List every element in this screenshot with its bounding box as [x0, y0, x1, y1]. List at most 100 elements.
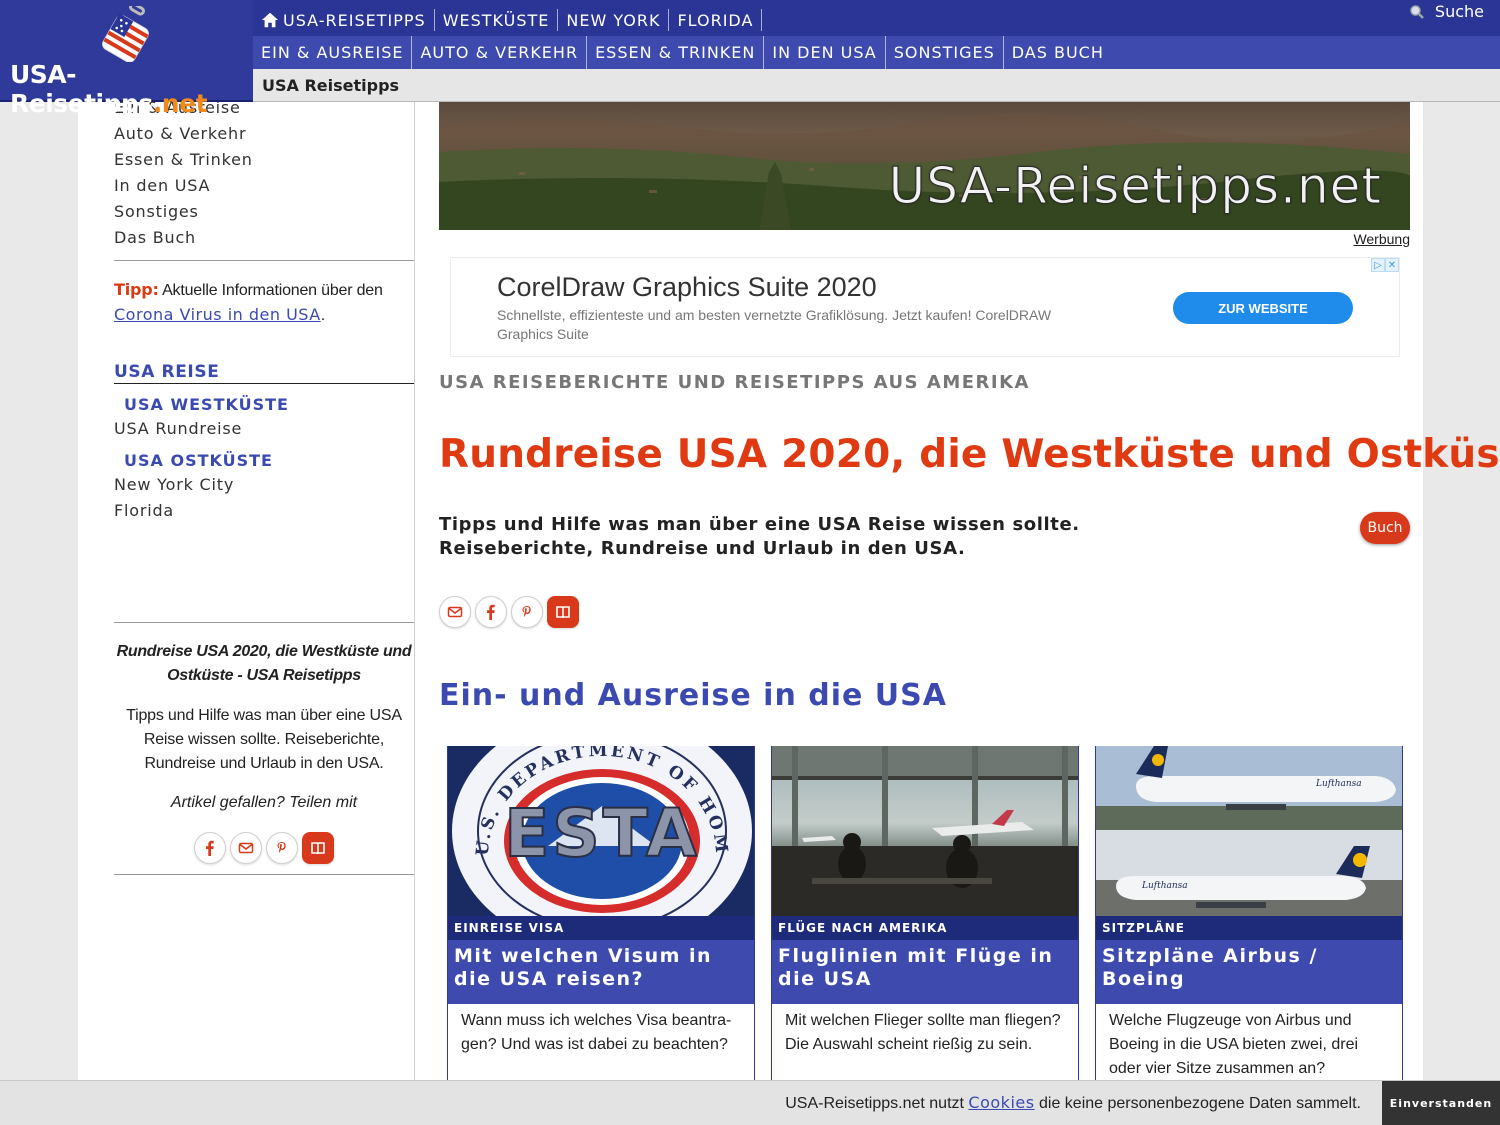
- email-icon: [447, 606, 463, 618]
- pinterest-share-button[interactable]: [266, 832, 298, 864]
- sidebar-item-in-den-usa[interactable]: In den USA: [114, 173, 253, 199]
- nav-label: WESTKÜSTE: [442, 10, 550, 30]
- flipboard-share-button[interactable]: [302, 832, 334, 864]
- breadcrumb: USA Reisetipps: [253, 69, 1500, 102]
- card-text: Wann muss ich welches Visa beantra-gen? …: [461, 1012, 732, 1053]
- esta-seal-image: U.S. DEPARTMENT OF HOMELAND SECURITY EST…: [448, 746, 754, 916]
- nav-label: NEW YORK: [566, 10, 661, 30]
- sidebar-item-auto-verkehr[interactable]: Auto & Verkehr: [114, 121, 253, 147]
- sidebar-item-sonstiges[interactable]: Sonstiges: [114, 199, 253, 225]
- ad-title[interactable]: CorelDraw Graphics Suite 2020: [497, 272, 877, 303]
- corona-tipp: Tipp: Aktuelle Informationen über den Co…: [114, 278, 414, 328]
- search-label: Suche: [1434, 2, 1484, 21]
- sidebar-heading-westkueste[interactable]: USA WESTKÜSTE: [114, 394, 414, 416]
- banner-title: USA-Reisetipps.net: [888, 157, 1382, 216]
- sidebar-item-new-york-city[interactable]: New York City: [114, 472, 414, 498]
- sidebar-category-list: Ein & Ausreise Auto & Verkehr Essen & Tr…: [114, 95, 253, 251]
- article-share-buttons: [439, 596, 579, 628]
- nav-item-home[interactable]: USA-REISETIPPS: [253, 9, 435, 31]
- sidebar-divider: [114, 260, 414, 261]
- site-logo[interactable]: USA-Reisetipps.net: [0, 0, 253, 118]
- sidebar-divider: [114, 622, 414, 623]
- cookie-accept-button[interactable]: Einverstanden: [1382, 1081, 1500, 1125]
- site-header: USA-Reisetipps.net USA-REISETIPPS WESTKÜ…: [0, 0, 1500, 118]
- cookie-banner: USA-Reisetipps.net nutzt Cookies die kei…: [0, 1080, 1500, 1125]
- tipp-text: Aktuelle Informationen über den: [158, 282, 383, 299]
- ad-choices-icon[interactable]: ▷: [1371, 258, 1385, 272]
- nav-item-in-den-usa[interactable]: IN DEN USA: [764, 36, 886, 69]
- article-kicker: USA REISEBERICHTE UND REISETIPPS AUS AME…: [439, 372, 1030, 393]
- page-title: Rundreise USA 2020, die Westküste und Os…: [439, 432, 1500, 477]
- corona-link[interactable]: Corona Virus in den USA: [114, 305, 321, 324]
- advertisement[interactable]: CorelDraw Graphics Suite 2020 Schnellste…: [450, 257, 1400, 357]
- tipp-label: Tipp:: [114, 280, 159, 299]
- header-banner-image: USA-Reisetipps.net: [439, 102, 1410, 230]
- nav-label: USA-REISETIPPS: [283, 10, 426, 30]
- pinterest-share-button[interactable]: [511, 596, 543, 628]
- svg-text:Lufthansa: Lufthansa: [1315, 779, 1362, 789]
- article-cards: U.S. DEPARTMENT OF HOMELAND SECURITY EST…: [447, 746, 1403, 1086]
- article-card-visa[interactable]: U.S. DEPARTMENT OF HOMELAND SECURITY EST…: [447, 746, 755, 1086]
- nav-item-essen-trinken[interactable]: ESSEN & TRINKEN: [587, 36, 765, 69]
- article-card-fluege[interactable]: FLÜGE NACH AMERIKA Fluglinien mit Flüge …: [771, 746, 1079, 1086]
- card-category: FLÜGE NACH AMERIKA: [772, 916, 1078, 940]
- nav-item-sonstiges[interactable]: SONSTIGES: [886, 36, 1004, 69]
- sidebar-heading-ostkueste[interactable]: USA OSTKÜSTE: [114, 450, 414, 472]
- facebook-share-button[interactable]: [194, 832, 226, 864]
- ad-cta-button[interactable]: ZUR WEBSITE: [1173, 292, 1353, 324]
- sidebar-item-usa-rundreise[interactable]: USA Rundreise: [114, 416, 414, 442]
- email-share-button[interactable]: [439, 596, 471, 628]
- section-title: Ein- und Ausreise in die USA: [439, 678, 947, 713]
- secondary-nav: EIN & AUSREISE AUTO & VERKEHR ESSEN & TR…: [253, 36, 1500, 69]
- nav-item-auto-verkehr[interactable]: AUTO & VERKEHR: [412, 36, 588, 69]
- nav-item-das-buch[interactable]: DAS BUCH: [1004, 36, 1112, 69]
- book-icon: [311, 842, 325, 855]
- ad-label-link[interactable]: Werbung: [1353, 231, 1410, 247]
- card-title[interactable]: Mit welchen Visum in die USA reisen?: [448, 940, 754, 1004]
- cookie-text-after: die keine personenbezogene Daten sammelt…: [1034, 1095, 1361, 1112]
- sidebar-heading-usa-reise[interactable]: USA REISE: [114, 361, 414, 384]
- svg-text:Lufthansa: Lufthansa: [1141, 881, 1188, 891]
- search-icon: [1410, 4, 1424, 19]
- card-title[interactable]: Sitzpläne Airbus / Boeing: [1096, 940, 1402, 1004]
- cookies-link[interactable]: Cookies: [968, 1093, 1034, 1112]
- flipboard-share-button[interactable]: [547, 596, 579, 628]
- sidebar-usa-reise-section: USA REISE USA WESTKÜSTE USA Rundreise US…: [114, 361, 414, 524]
- page-content: Ein & Ausreise Auto & Verkehr Essen & Tr…: [78, 98, 1500, 1125]
- luggage-logo-icon: [102, 6, 149, 62]
- sidebar-item-essen-trinken[interactable]: Essen & Trinken: [114, 147, 253, 173]
- share-box-description: Tipps und Hilfe was man über eine USA Re…: [126, 707, 402, 772]
- card-title[interactable]: Fluglinien mit Flüge in die USA: [772, 940, 1078, 1004]
- svg-text:ESTA: ESTA: [504, 795, 700, 872]
- airport-image: [772, 746, 1078, 916]
- lufthansa-planes-illustration: Lufthansa Lufthansa: [1096, 746, 1402, 916]
- sidebar-item-florida[interactable]: Florida: [114, 498, 414, 524]
- nav-item-ein-ausreise[interactable]: EIN & AUSREISE: [253, 36, 413, 69]
- card-text: Welche Flugzeuge von Airbus und Boeing i…: [1109, 1012, 1359, 1077]
- airport-lounge-illustration: [772, 746, 1078, 916]
- ad-close-icon[interactable]: ✕: [1385, 258, 1399, 272]
- facebook-share-button[interactable]: [475, 596, 507, 628]
- nav-item-westkueste[interactable]: WESTKÜSTE: [435, 9, 559, 31]
- buch-button[interactable]: Buch: [1360, 512, 1410, 544]
- article-lead: Tipps und Hilfe was man über eine USA Re…: [439, 514, 1080, 559]
- primary-nav: USA-REISETIPPS WESTKÜSTE NEW YORK FLORID…: [253, 0, 1500, 36]
- article-card-sitzplaene[interactable]: Lufthansa Lufthansa SITZPLÄNE Sitzpläne …: [1095, 746, 1403, 1086]
- nav-item-new-york[interactable]: NEW YORK: [558, 9, 670, 31]
- nav-label: FLORIDA: [677, 10, 754, 30]
- email-icon: [238, 842, 254, 854]
- logo-text: USA-Reisetipps.net: [10, 60, 208, 118]
- book-icon: [556, 606, 570, 619]
- card-text: Mit welchen Flieger sollte man fliegen? …: [785, 1012, 1061, 1053]
- search-button[interactable]: Suche: [1409, 2, 1484, 21]
- email-share-button[interactable]: [230, 832, 262, 864]
- lufthansa-planes-image: Lufthansa Lufthansa: [1096, 746, 1402, 916]
- share-box-cta: Artikel gefallen? Teilen mit: [170, 794, 358, 811]
- tipp-end: .: [320, 307, 325, 324]
- cookie-text-before: USA-Reisetipps.net nutzt: [785, 1095, 969, 1112]
- breadcrumb-current[interactable]: USA Reisetipps: [262, 76, 399, 95]
- sidebar-item-das-buch[interactable]: Das Buch: [114, 225, 253, 251]
- nav-item-florida[interactable]: FLORIDA: [669, 9, 763, 31]
- pinterest-icon: [522, 606, 531, 617]
- facebook-icon: [487, 604, 495, 620]
